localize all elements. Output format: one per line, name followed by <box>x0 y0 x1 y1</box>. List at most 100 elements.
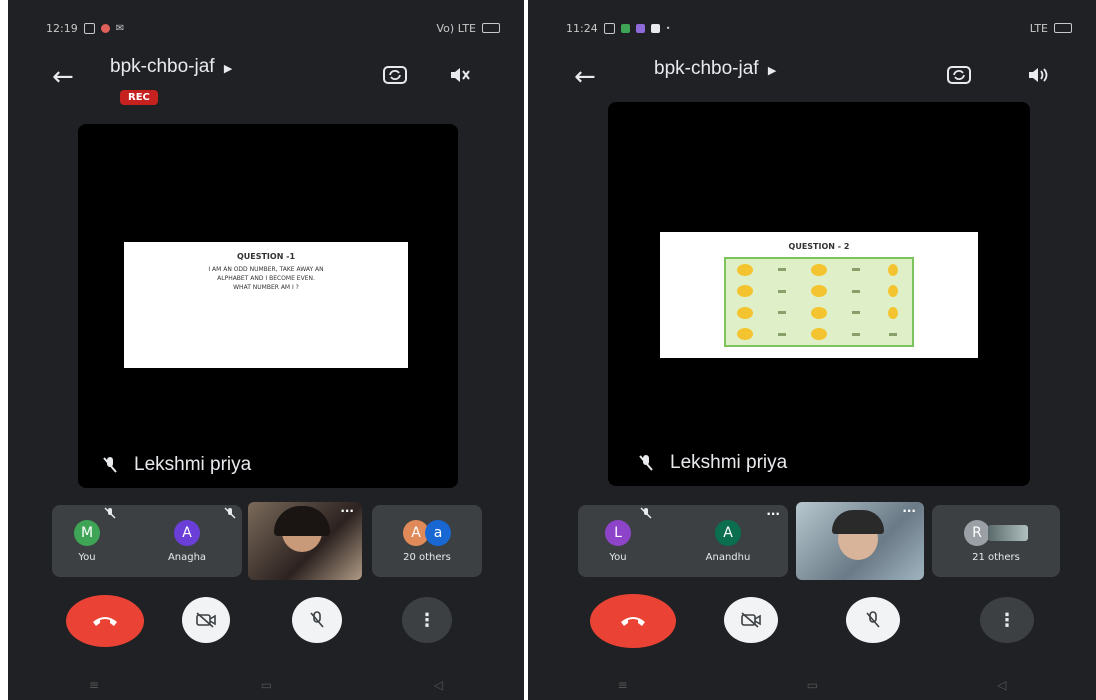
camera-off-icon <box>196 612 216 628</box>
emoji-puzzle <box>724 257 914 347</box>
camera-toggle-button[interactable] <box>724 597 778 643</box>
slide-line: ALPHABET AND I BECOME EVEN. <box>217 275 315 282</box>
home-icon[interactable]: ▭ <box>261 678 272 692</box>
mic-off-icon <box>639 455 653 471</box>
more-vert-icon: ⋮ <box>998 609 1016 631</box>
system-nav-bar: ≡ ▭ ◁ <box>8 678 524 692</box>
more-options-button[interactable]: ⋮ <box>980 597 1034 643</box>
meeting-title[interactable]: bpk-chbo-jaf ▶ <box>654 58 776 80</box>
recents-icon[interactable]: ≡ <box>89 678 99 692</box>
mic-off-icon <box>104 507 116 522</box>
avatar: R <box>964 519 990 546</box>
participant-label: 21 others <box>972 551 1020 563</box>
equals-sign <box>852 311 861 315</box>
speaker-label: Lekshmi priya <box>638 452 787 474</box>
hang-up-icon <box>621 617 645 626</box>
rec-badge: REC <box>120 90 158 105</box>
mic-toggle-button[interactable] <box>292 597 342 643</box>
participant-tile-you[interactable]: L You <box>578 505 658 577</box>
meet-screen-right: 11:24 • LTE ← bpk-chbo-jaf ▶ QUESTION - … <box>528 0 1096 700</box>
more-options-icon[interactable]: ··· <box>340 504 354 518</box>
plus-sign <box>777 311 786 315</box>
signal-text: Vo) LTE <box>436 21 476 35</box>
back-arrow-icon[interactable]: ← <box>52 64 74 90</box>
presented-slide: QUESTION -1 I AM AN ODD NUMBER, TAKE AWA… <box>124 242 408 368</box>
hang-up-icon <box>93 617 117 626</box>
status-bar: 11:24 • LTE <box>566 18 1072 38</box>
emoji <box>888 285 899 298</box>
meeting-title[interactable]: bpk-chbo-jaf ▶ <box>110 56 232 78</box>
emoji <box>736 328 753 341</box>
participant-hair <box>274 506 330 536</box>
emoji <box>888 306 899 319</box>
more-vert-icon: ⋮ <box>418 609 436 631</box>
switch-camera-icon[interactable] <box>382 64 408 86</box>
meeting-code: bpk-chbo-jaf <box>654 58 759 79</box>
equals-sign <box>852 332 861 336</box>
main-video-tile[interactable]: QUESTION -1 I AM AN ODD NUMBER, TAKE AWA… <box>78 124 458 488</box>
participant-tile-anagha[interactable]: A Anagha <box>132 505 242 577</box>
heart-icon <box>100 23 110 33</box>
slide-heading: QUESTION - 2 <box>788 242 850 251</box>
avatar: L <box>605 519 631 546</box>
presented-slide: QUESTION - 2 <box>660 232 978 358</box>
participant-label: 20 others <box>403 551 451 563</box>
mic-off-icon <box>224 507 236 522</box>
dot-icon: • <box>665 23 671 33</box>
mail-icon: ✉ <box>115 22 125 34</box>
mic-off-icon <box>310 611 324 628</box>
emoji <box>810 285 827 298</box>
more-options-button[interactable]: ⋮ <box>402 597 452 643</box>
mic-toggle-button[interactable] <box>846 597 900 643</box>
equals-sign <box>852 289 861 293</box>
emoji <box>736 285 753 298</box>
notification-icon <box>83 22 95 34</box>
meet-screen-left: 12:19 ✉ Vo) LTE ← bpk-chbo-jaf ▶ REC QUE… <box>8 0 524 700</box>
system-nav-bar: ≡ ▭ ◁ <box>528 678 1096 692</box>
more-options-icon[interactable]: ··· <box>902 504 916 518</box>
app-icon <box>650 23 660 33</box>
speaker-on-icon[interactable] <box>1026 64 1050 86</box>
avatar: M <box>74 519 100 546</box>
emoji <box>736 306 753 319</box>
more-options-icon[interactable]: ··· <box>766 507 780 521</box>
speaker-name: Lekshmi priya <box>670 452 788 473</box>
end-call-button[interactable] <box>66 595 144 647</box>
status-bar: 12:19 ✉ Vo) LTE <box>46 18 500 38</box>
speaker-name: Lekshmi priya <box>134 454 252 475</box>
speaker-off-icon[interactable] <box>448 64 472 86</box>
slide-text: I AM AN ODD NUMBER, TAKE AWAY AN ALPHABE… <box>124 261 408 296</box>
main-video-tile[interactable]: QUESTION - 2 Lekshmi priya <box>608 102 1030 486</box>
participant-tile-you[interactable]: M You <box>52 505 122 577</box>
switch-camera-icon[interactable] <box>946 64 972 86</box>
slide-heading: QUESTION -1 <box>236 252 296 261</box>
avatar: A <box>174 519 200 546</box>
participant-label: You <box>78 551 96 563</box>
camera-off-icon <box>741 612 761 628</box>
equals-sign <box>852 268 861 272</box>
emoji <box>810 328 827 341</box>
participant-hair <box>832 510 884 534</box>
participant-tile-anandhu[interactable]: A Anandhu ··· <box>668 505 788 577</box>
emoji <box>888 263 899 276</box>
clock: 11:24 <box>566 21 598 35</box>
participant-video-thumbnail[interactable]: ··· <box>796 502 924 580</box>
notification-icon <box>603 22 615 34</box>
back-arrow-icon[interactable]: ← <box>574 64 596 90</box>
others-tile-content: R 21 others <box>932 505 1060 577</box>
participant-label: You <box>609 551 627 563</box>
meeting-code: bpk-chbo-jaf <box>110 56 215 77</box>
battery-icon <box>1054 23 1072 33</box>
recents-icon[interactable]: ≡ <box>618 678 628 692</box>
system-back-icon[interactable]: ◁ <box>997 678 1006 692</box>
emoji <box>736 263 753 276</box>
participant-video-thumbnail[interactable]: ··· <box>248 502 362 580</box>
home-icon[interactable]: ▭ <box>807 678 818 692</box>
app-icon <box>635 23 645 33</box>
system-back-icon[interactable]: ◁ <box>434 678 443 692</box>
camera-toggle-button[interactable] <box>182 597 230 643</box>
participant-label: Anagha <box>167 551 207 563</box>
end-call-button[interactable] <box>590 594 676 648</box>
emoji <box>810 263 827 276</box>
mic-off-icon <box>640 507 652 522</box>
